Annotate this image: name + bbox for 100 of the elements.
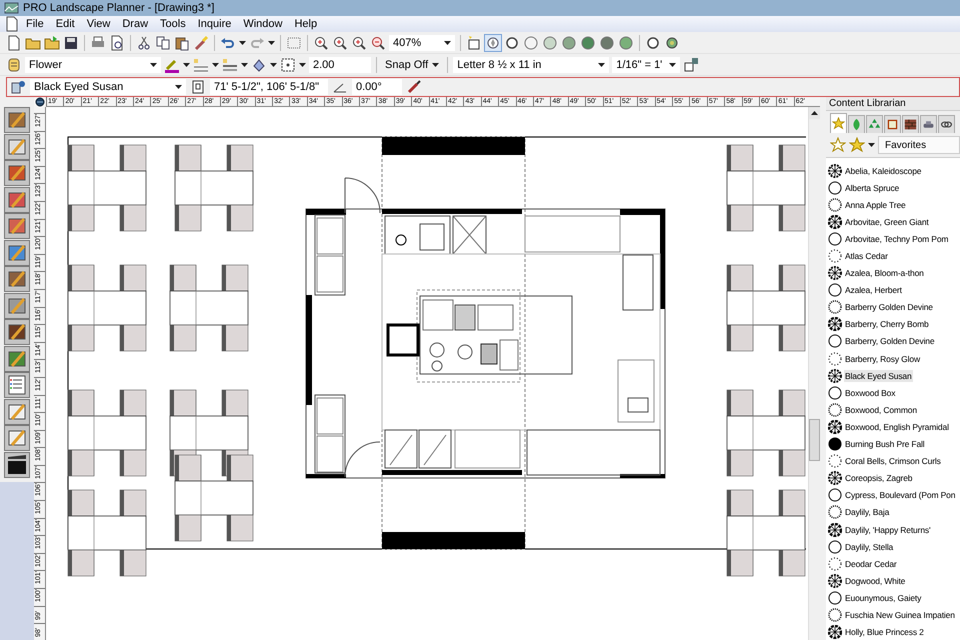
layer-icon[interactable] — [6, 56, 22, 72]
brick-icon — [904, 118, 917, 131]
up-arrow-icon[interactable] — [811, 111, 818, 115]
star-icon[interactable] — [830, 137, 846, 153]
library-tab[interactable] — [902, 115, 919, 133]
library-item[interactable]: Barberry, Rosy Glow — [844, 352, 921, 365]
ring-icon[interactable] — [645, 34, 661, 50]
sphere-icon[interactable] — [561, 34, 577, 50]
snap-button[interactable]: Snap Off — [382, 56, 442, 72]
copy-icon[interactable] — [155, 34, 171, 50]
library-item[interactable]: Atlas Cedar — [844, 250, 889, 262]
sphere-icon[interactable] — [580, 34, 596, 50]
caret-icon[interactable] — [270, 62, 277, 66]
library-tab[interactable] — [938, 115, 955, 133]
library-item[interactable]: Cypress, Boulevard (Pom Pon — [844, 489, 956, 502]
caret-icon[interactable] — [239, 40, 246, 44]
save-icon[interactable] — [63, 34, 79, 50]
zoom-icon[interactable] — [332, 34, 348, 50]
library-item[interactable]: Black Eyed Susan — [844, 370, 913, 382]
fill-icon[interactable] — [251, 56, 267, 72]
line-width-field[interactable]: 2.00 — [309, 56, 371, 72]
paste-icon[interactable] — [174, 34, 190, 50]
hatch-icon[interactable] — [280, 56, 296, 72]
ring-icon[interactable] — [504, 34, 520, 50]
sphere-icon[interactable] — [618, 34, 634, 50]
menu-item[interactable]: Tools — [154, 18, 192, 30]
library-item[interactable]: Barberry, Cherry Bomb — [844, 318, 930, 330]
globe-icon[interactable] — [35, 97, 45, 107]
list-icon[interactable] — [4, 372, 30, 398]
caret-icon[interactable] — [444, 40, 451, 44]
new-file-icon[interactable] — [6, 34, 22, 50]
caret-icon[interactable] — [868, 143, 875, 147]
scrollbar-thumb[interactable] — [809, 419, 820, 461]
folder-arrow-icon[interactable] — [44, 34, 60, 50]
library-item[interactable]: Azalea, Herbert — [844, 284, 903, 296]
library-item[interactable]: Azalea, Bloom-a-thon — [844, 267, 925, 280]
popout-icon[interactable] — [683, 56, 700, 72]
zoom-dropdown[interactable]: 407% — [389, 34, 455, 50]
library-item[interactable]: Holly, Blue Princess 2 — [844, 626, 925, 638]
library-tab[interactable] — [884, 115, 901, 133]
caret-icon[interactable] — [268, 40, 275, 44]
library-item[interactable]: Daylily, 'Happy Returns' — [844, 524, 932, 536]
menu-item[interactable]: Help — [288, 18, 324, 30]
library-item[interactable]: Alberta Spruce — [844, 182, 900, 194]
caret-icon[interactable] — [212, 62, 219, 66]
sphere-icon[interactable] — [523, 34, 539, 50]
caret-icon[interactable] — [669, 62, 676, 66]
library-item[interactable]: Daylily, Stella — [844, 540, 894, 553]
paper-size-dropdown[interactable]: Letter 8 ½ x 11 in — [453, 56, 610, 72]
library-item[interactable]: Boxwood Box — [844, 386, 896, 399]
line-style-icon[interactable] — [193, 56, 209, 72]
window-title: PRO Landscape Planner - [Drawing3 *] — [23, 2, 214, 14]
zoom-out-icon[interactable] — [370, 34, 386, 50]
grid-icon[interactable] — [286, 34, 302, 50]
brush-icon[interactable] — [193, 34, 209, 50]
trees-icon — [868, 118, 881, 131]
library-item[interactable]: Dogwood, White — [844, 574, 906, 587]
caret-icon[interactable] — [183, 62, 190, 66]
menu-item[interactable]: Draw — [116, 18, 154, 30]
library-item[interactable]: Arbovitae, Green Giant — [844, 216, 930, 228]
menu-item[interactable]: View — [80, 18, 116, 30]
library-item[interactable]: Boxwood, Common — [844, 404, 918, 416]
compass-icon[interactable] — [485, 34, 501, 50]
library-item[interactable]: Deodar Cedar — [844, 558, 898, 570]
library-item[interactable]: Fuschia New Guinea Impatien — [844, 608, 956, 621]
cut-icon[interactable] — [136, 34, 152, 50]
library-item[interactable]: Coreopsis, Zagreb — [844, 472, 914, 484]
library-item[interactable]: Barberry, Golden Devine — [844, 335, 936, 348]
print-preview-icon[interactable] — [109, 34, 125, 50]
caret-icon[interactable] — [299, 62, 306, 66]
vertical-scrollbar[interactable] — [808, 107, 820, 640]
caret-icon[interactable] — [150, 62, 157, 66]
library-item[interactable]: Burning Bush Pre Fall — [844, 438, 926, 450]
library-item[interactable]: Boxwood, English Pyramidal — [844, 420, 950, 433]
library-item[interactable]: Anna Apple Tree — [844, 198, 907, 211]
ball-icon[interactable] — [664, 34, 680, 50]
sphere-icon[interactable] — [599, 34, 615, 50]
clapperboard-icon[interactable] — [4, 452, 30, 478]
menu-item[interactable]: Inquire — [192, 18, 238, 30]
layer-dropdown[interactable]: Flower — [25, 56, 161, 72]
library-item[interactable]: Arbovitae, Techny Pom Pom — [844, 232, 950, 245]
caret-icon[interactable] — [241, 62, 248, 66]
menu-item[interactable]: Edit — [50, 18, 81, 30]
line-pattern-icon[interactable] — [222, 56, 238, 72]
zoom-icon[interactable] — [313, 34, 329, 50]
star-icon[interactable] — [849, 137, 865, 153]
library-item[interactable]: Abelia, Kaleidoscope — [844, 164, 922, 177]
menu-item[interactable]: Window — [237, 18, 288, 30]
library-item[interactable]: Coral Bells, Crimson Curls — [844, 455, 942, 468]
menu-item[interactable]: File — [20, 18, 50, 30]
caret-icon[interactable] — [432, 62, 440, 66]
caret-icon[interactable] — [598, 62, 606, 66]
library-item[interactable]: Barberry Golden Devine — [844, 301, 934, 314]
category-field[interactable]: Favorites — [878, 136, 960, 154]
scale-dropdown[interactable]: 1/16" = 1' — [612, 56, 680, 72]
library-item[interactable]: Daylily, Baja — [844, 506, 890, 518]
zoom-in-icon[interactable] — [351, 34, 367, 50]
sphere-icon[interactable] — [542, 34, 558, 50]
new-view-icon[interactable] — [466, 34, 482, 50]
library-item[interactable]: Euounymous, Gaiety — [844, 592, 922, 604]
